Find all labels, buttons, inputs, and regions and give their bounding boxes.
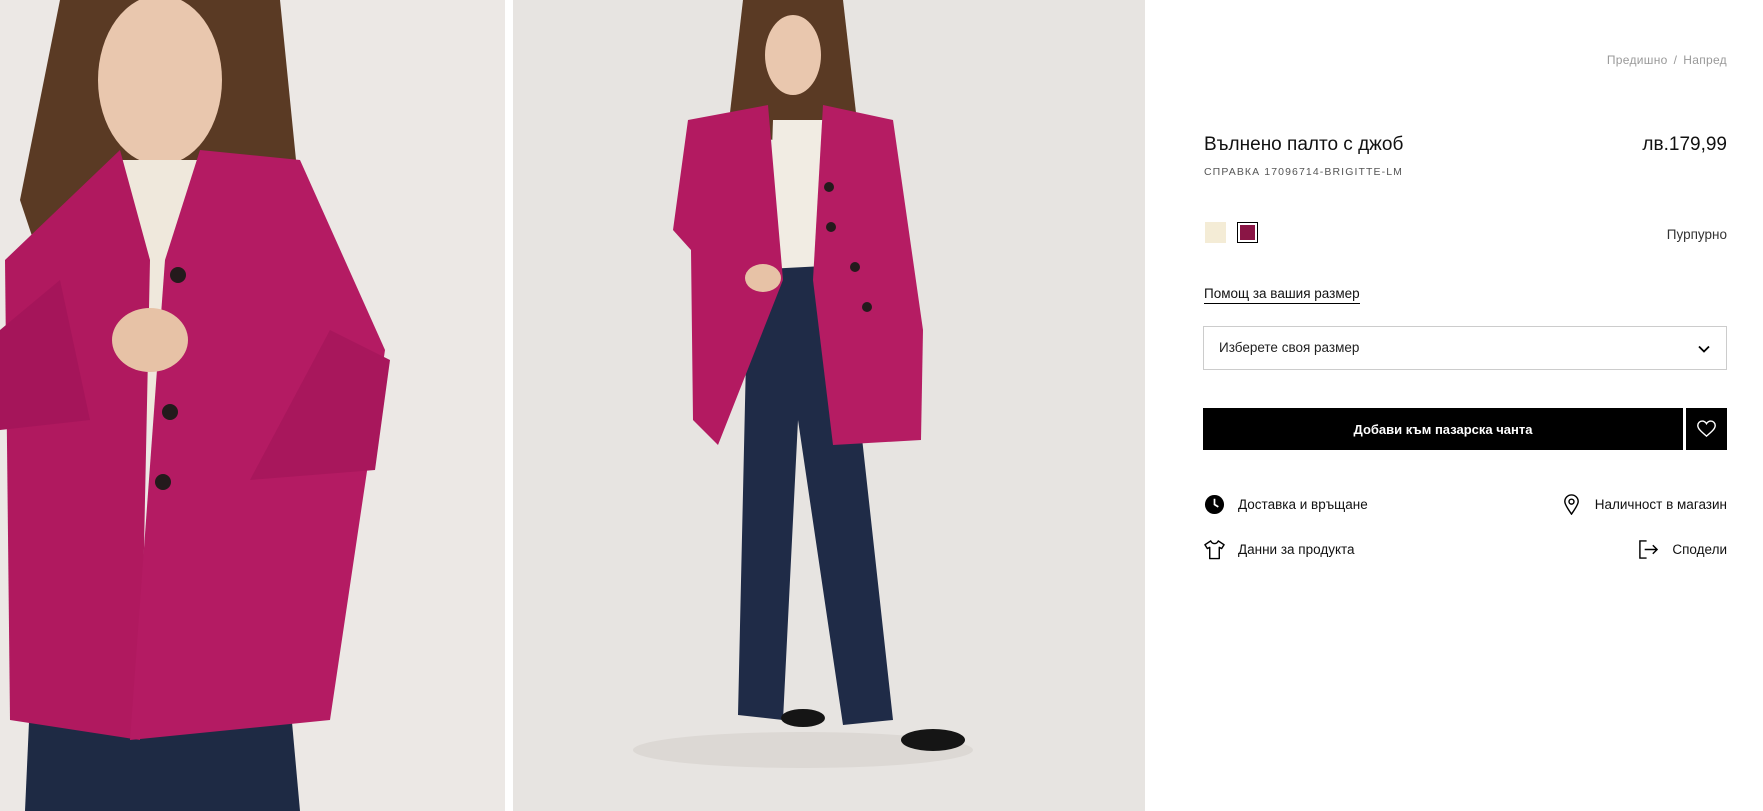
next-link[interactable]: Напред	[1683, 53, 1727, 67]
product-image-closeup[interactable]	[0, 0, 505, 811]
chevron-down-icon	[1698, 345, 1710, 353]
product-details-link[interactable]: Данни за продукта	[1204, 539, 1355, 560]
store-availability-link[interactable]: Наличност в магазин	[1561, 494, 1727, 515]
clock-icon	[1204, 494, 1225, 515]
add-to-bag-button[interactable]: Добави към пазарска чанта	[1203, 408, 1683, 450]
delivery-returns-link[interactable]: Доставка и връщане	[1204, 494, 1368, 515]
share-link[interactable]: Сподели	[1638, 539, 1727, 560]
product-price: лв.179,99	[1642, 134, 1727, 155]
previous-link[interactable]: Предишно	[1607, 53, 1668, 67]
color-swatch-purple-selected[interactable]	[1237, 222, 1258, 243]
product-pager: Предишно / Напред	[1607, 53, 1727, 67]
share-exit-icon	[1639, 540, 1659, 559]
product-photo-closeup	[0, 0, 505, 811]
selected-color-name: Пурпурно	[1666, 227, 1727, 242]
product-photo-full-length	[513, 0, 1145, 811]
size-help-link[interactable]: Помощ за вашия размер	[1204, 286, 1360, 304]
color-swatch-cream[interactable]	[1205, 222, 1226, 243]
size-select-dropdown[interactable]: Изберете своя размер	[1203, 326, 1727, 370]
heart-icon	[1697, 420, 1716, 438]
size-select-label: Изберете своя размер	[1219, 340, 1360, 355]
product-reference: СПРАВКА 17096714-BRIGITTE-LM	[1204, 166, 1403, 178]
share-label: Сподели	[1672, 542, 1727, 557]
wishlist-button[interactable]	[1686, 408, 1727, 450]
pager-separator: /	[1673, 53, 1678, 67]
color-swatch-fill	[1240, 225, 1255, 240]
tshirt-icon	[1204, 540, 1225, 560]
product-title: Вълнено палто с джоб	[1204, 134, 1404, 155]
location-pin-icon	[1563, 494, 1579, 515]
product-image-full-length[interactable]	[513, 0, 1145, 811]
delivery-returns-label: Доставка и връщане	[1238, 497, 1368, 512]
product-info-panel: Предишно / Напред Вълнено палто с джоб лв.…	[1145, 0, 1763, 811]
store-availability-label: Наличност в магазин	[1594, 497, 1727, 512]
product-details-label: Данни за продукта	[1238, 542, 1355, 557]
